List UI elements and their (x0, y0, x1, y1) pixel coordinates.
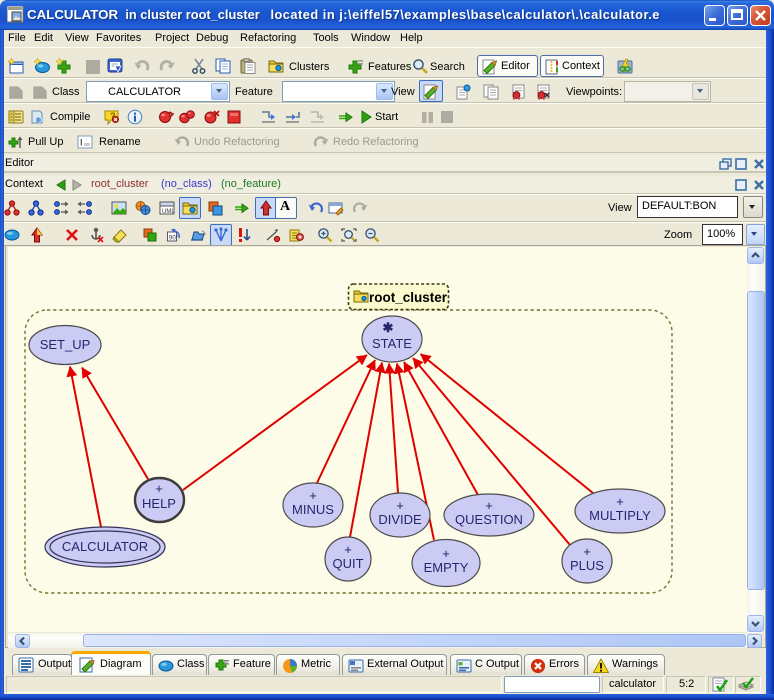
svg-text:✱: ✱ (383, 320, 394, 335)
svg-text:QUIT: QUIT (332, 556, 363, 571)
svg-text:+: + (396, 498, 404, 513)
svg-text:+: + (344, 542, 352, 557)
svg-text:EMPTY: EMPTY (424, 560, 469, 575)
svg-text:+: + (442, 546, 450, 561)
svg-text:+: + (583, 544, 591, 559)
svg-text:HELP: HELP (142, 496, 176, 511)
svg-text:I: I (80, 138, 83, 148)
svg-text:+: + (155, 481, 163, 496)
svg-text:CALCULATOR: CALCULATOR (62, 539, 148, 554)
svg-text:MINUS: MINUS (292, 502, 334, 517)
svg-text:+: + (485, 498, 493, 513)
svg-text:+: + (616, 494, 624, 509)
svg-text:STATE: STATE (372, 336, 412, 351)
svg-text:+: + (309, 488, 317, 503)
svg-text:PLUS: PLUS (570, 558, 604, 573)
svg-text:MULTIPLY: MULTIPLY (589, 508, 651, 523)
svg-text:root_cluster: root_cluster (369, 290, 448, 305)
svg-text:DIVIDE: DIVIDE (378, 512, 422, 527)
svg-text:QUESTION: QUESTION (455, 512, 523, 527)
svg-text:90°: 90° (169, 236, 179, 242)
svg-text:SET_UP: SET_UP (40, 337, 91, 352)
svg-text:UML: UML (162, 209, 175, 215)
